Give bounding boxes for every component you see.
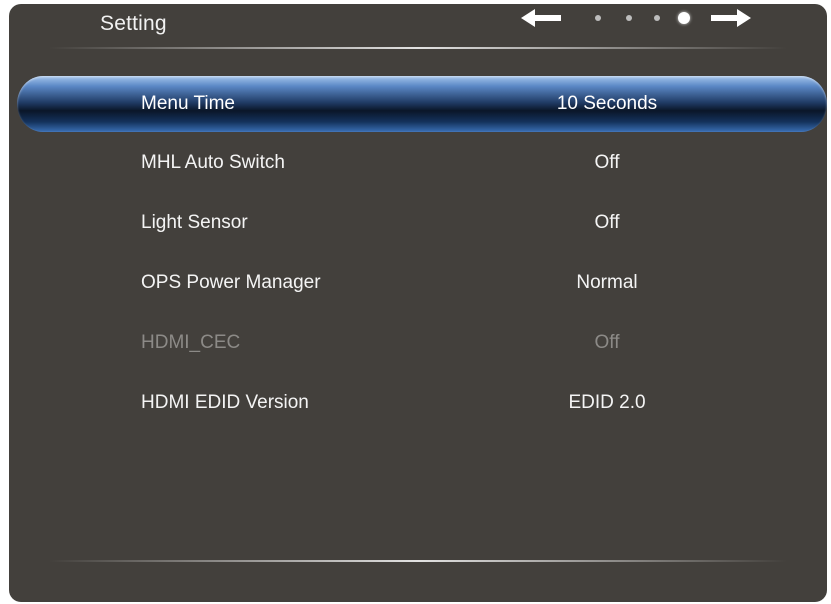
- menu-item-hdmi-cec: HDMI_CEC Off: [9, 316, 827, 372]
- arrow-right-icon[interactable]: [707, 7, 751, 29]
- menu-item-value: Off: [594, 212, 620, 233]
- menu-item-ops-power-manager[interactable]: OPS Power Manager Normal: [9, 256, 827, 312]
- page-dot-4-active[interactable]: [678, 12, 690, 24]
- menu-item-value: 10 Seconds: [556, 93, 658, 114]
- menu-item-label: MHL Auto Switch: [141, 152, 285, 173]
- bottom-divider: [49, 560, 787, 562]
- menu-item-value: EDID 2.0: [568, 392, 646, 413]
- menu-item-value: Off: [594, 152, 620, 173]
- menu-item-label: HDMI EDID Version: [141, 392, 309, 413]
- menu-item-hdmi-edid-version[interactable]: HDMI EDID Version EDID 2.0: [9, 376, 827, 432]
- arrow-left-icon[interactable]: [521, 7, 565, 29]
- menu-item-value: Normal: [576, 272, 638, 293]
- menu-item-label: Menu Time: [141, 93, 235, 114]
- page-title: Setting: [100, 12, 167, 35]
- menu-item-light-sensor[interactable]: Light Sensor Off: [9, 196, 827, 252]
- top-divider: [49, 47, 787, 49]
- menu-item-value: Off: [594, 332, 620, 353]
- menu-item-label: OPS Power Manager: [141, 272, 321, 293]
- page-dot-3[interactable]: [654, 15, 660, 21]
- menu-item-mhl-auto-switch[interactable]: MHL Auto Switch Off: [9, 136, 827, 192]
- page-dot-1[interactable]: [595, 15, 601, 21]
- menu-item-label: Light Sensor: [141, 212, 248, 233]
- menu-item-menu-time[interactable]: Menu Time 10 Seconds: [9, 76, 827, 132]
- page-dot-2[interactable]: [626, 15, 632, 21]
- page-indicator: [521, 7, 751, 29]
- menu-item-label: HDMI_CEC: [141, 332, 241, 353]
- settings-osd-panel: Setting Menu Time 10 Seconds MHL Auto Sw…: [9, 4, 827, 602]
- selection-highlight: [17, 76, 827, 132]
